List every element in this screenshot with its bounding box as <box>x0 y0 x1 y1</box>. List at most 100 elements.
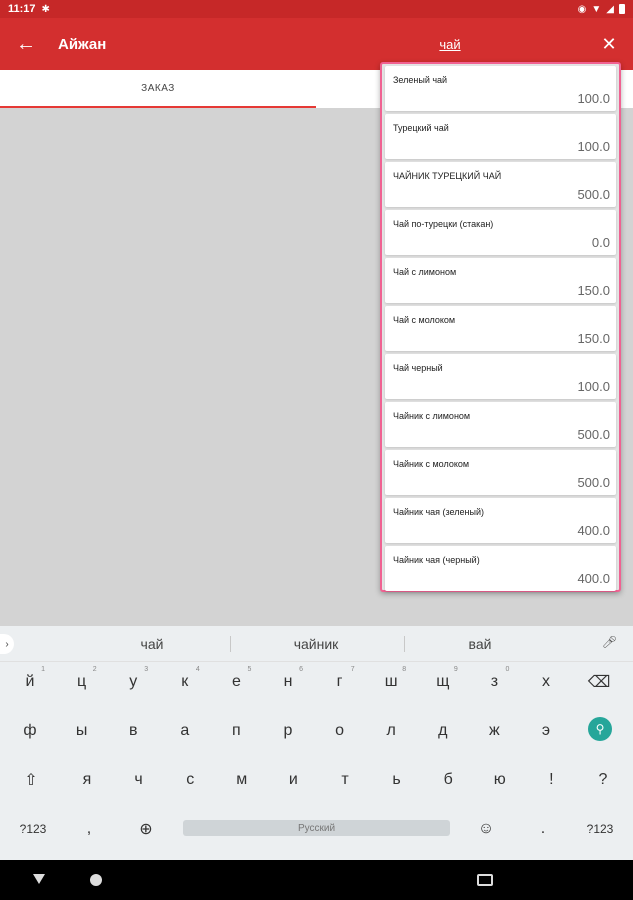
key-letter[interactable]: у3 <box>112 662 154 702</box>
list-item[interactable]: Зеленый чай 100.0 <box>385 66 616 111</box>
expand-suggestions-button[interactable]: › <box>0 634 14 654</box>
search-input[interactable] <box>420 36 480 52</box>
keyboard-row-1: й 1 ц 2 у 3 к 4 е 5 н 6 г 7 ш 8 щ 9 з 0 х ⌫ <box>0 662 633 711</box>
search-field[interactable] <box>330 32 570 56</box>
tab-order[interactable]: ЗАКАЗ <box>0 70 316 108</box>
item-price: 500.0 <box>577 187 610 202</box>
suggestion-word[interactable]: чай <box>77 626 227 662</box>
back-button[interactable]: ← <box>0 18 52 70</box>
key-letter[interactable]: щ9 <box>422 662 464 702</box>
navigation-bar <box>0 860 633 900</box>
key-letter[interactable]: б <box>427 760 469 800</box>
emoji-icon: ☺ <box>477 820 495 837</box>
item-name: Чай с молоком <box>393 315 456 325</box>
signal-icon: ◢ <box>606 3 614 15</box>
shift-icon: ⇧ <box>24 772 38 789</box>
key-letter[interactable]: х <box>525 662 567 702</box>
item-name: Чайник с молоком <box>393 459 470 469</box>
item-name: Чай черный <box>393 363 443 373</box>
suggestion-strip: › чай чайник вай 🎤︎ <box>0 626 633 662</box>
item-price: 100.0 <box>577 91 610 106</box>
key-letter[interactable]: ф <box>9 711 51 751</box>
search-key[interactable]: ⚲ <box>588 717 612 741</box>
list-item[interactable]: ЧАЙНИК ТУРЕЦКИЙ ЧАЙ 500.0 <box>385 162 616 207</box>
key-letter[interactable]: е5 <box>215 662 257 702</box>
key-letter[interactable]: й1 <box>9 662 51 702</box>
keyboard-row-3: ⇧ я ч с м и т ь б ю!? <box>0 760 633 809</box>
key-letter[interactable]: ю <box>479 760 521 800</box>
key-letter[interactable]: п <box>215 711 257 751</box>
key-letter[interactable]: л <box>370 711 412 751</box>
list-item[interactable]: Чай с молоком 150.0 <box>385 306 616 351</box>
globe-key[interactable]: ⊕ <box>125 809 167 849</box>
key-letter[interactable]: ц2 <box>61 662 103 702</box>
key-letter[interactable]: м <box>221 760 263 800</box>
list-item[interactable]: Чайник с лимоном 500.0 <box>385 402 616 447</box>
key-letter[interactable]: ! <box>530 760 572 800</box>
close-icon: ✕ <box>601 33 617 54</box>
item-price: 500.0 <box>577 427 610 442</box>
key-letter[interactable]: н6 <box>267 662 309 702</box>
key-letter[interactable]: т <box>324 760 366 800</box>
settings-status-icon: ✱ <box>41 3 50 15</box>
key-letter[interactable]: ж <box>473 711 515 751</box>
item-name: Чай с лимоном <box>393 267 457 277</box>
symbols-key-right[interactable]: ?123 <box>579 809 621 849</box>
key-letter[interactable]: з0 <box>473 662 515 702</box>
list-item[interactable]: Чай с лимоном 150.0 <box>385 258 616 303</box>
key-letter[interactable]: о <box>319 711 361 751</box>
key-letter[interactable]: э <box>525 711 567 751</box>
key-letter[interactable]: с <box>169 760 211 800</box>
divider <box>230 636 231 652</box>
close-search-button[interactable]: ✕ <box>595 30 623 58</box>
list-item[interactable]: Турецкий чай 100.0 <box>385 114 616 159</box>
backspace-key[interactable]: ⌫ <box>578 662 620 702</box>
key-letter[interactable]: ш8 <box>370 662 412 702</box>
key-letter[interactable]: к4 <box>164 662 206 702</box>
nav-back-button[interactable] <box>32 872 46 886</box>
key-letter[interactable]: р <box>267 711 309 751</box>
search-suggestions-dropdown: Зеленый чай 100.0 Турецкий чай 100.0 ЧАЙНИ… <box>380 62 621 592</box>
wifi-icon: ▼ <box>591 3 602 15</box>
key-letter[interactable]: и <box>272 760 314 800</box>
comma-key[interactable]: , <box>68 809 110 849</box>
suggestion-word[interactable]: вай <box>405 626 555 662</box>
emoji-key[interactable]: ☺ <box>465 809 507 849</box>
key-letter[interactable]: ? <box>582 760 624 800</box>
key-letter[interactable]: ч <box>118 760 160 800</box>
backspace-icon: ⌫ <box>587 674 611 691</box>
key-letter[interactable]: ы <box>61 711 103 751</box>
mic-icon[interactable]: 🎤︎ <box>602 635 617 649</box>
soft-keyboard: › чай чайник вай 🎤︎ й1ц2у3к4е5н6г7ш8щ9з0… <box>0 626 633 860</box>
shift-key[interactable]: ⇧ <box>10 760 52 800</box>
item-name: Чайник чая (черный) <box>393 555 480 565</box>
item-name: Чайник чая (зеленый) <box>393 507 484 517</box>
space-key[interactable]: Русский <box>183 820 450 836</box>
list-item[interactable]: Чай по-турецки (стакан) 0.0 <box>385 210 616 255</box>
tab-label: ЗАКАЗ <box>141 82 175 94</box>
period-key[interactable]: . <box>522 809 564 849</box>
status-time: 11:17 <box>8 3 36 15</box>
item-price: 100.0 <box>577 139 610 154</box>
item-price: 150.0 <box>577 331 610 346</box>
item-price: 100.0 <box>577 379 610 394</box>
list-item[interactable]: Чайник чая (зеленый) 400.0 <box>385 498 616 543</box>
page-title: Айжан <box>58 35 107 53</box>
keyboard-switch-icon[interactable] <box>477 874 493 886</box>
key-letter[interactable]: г7 <box>319 662 361 702</box>
symbols-key[interactable]: ?123 <box>12 809 54 849</box>
key-letter[interactable]: д <box>422 711 464 751</box>
list-item[interactable]: Чайник чая (черный) 400.0 <box>385 546 616 591</box>
globe-icon: ⊕ <box>139 821 153 838</box>
key-letter[interactable]: ь <box>376 760 418 800</box>
status-bar: 11:17 ✱ ◉ ▼ ◢ <box>0 0 633 18</box>
key-letter[interactable]: а <box>164 711 206 751</box>
key-letter[interactable]: в <box>112 711 154 751</box>
item-price: 400.0 <box>577 571 610 586</box>
item-price: 500.0 <box>577 475 610 490</box>
suggestion-word[interactable]: чайник <box>241 626 391 662</box>
list-item[interactable]: Чайник с молоком 500.0 <box>385 450 616 495</box>
nav-home-button[interactable] <box>90 874 102 886</box>
list-item[interactable]: Чай черный 100.0 <box>385 354 616 399</box>
key-letter[interactable]: я <box>66 760 108 800</box>
